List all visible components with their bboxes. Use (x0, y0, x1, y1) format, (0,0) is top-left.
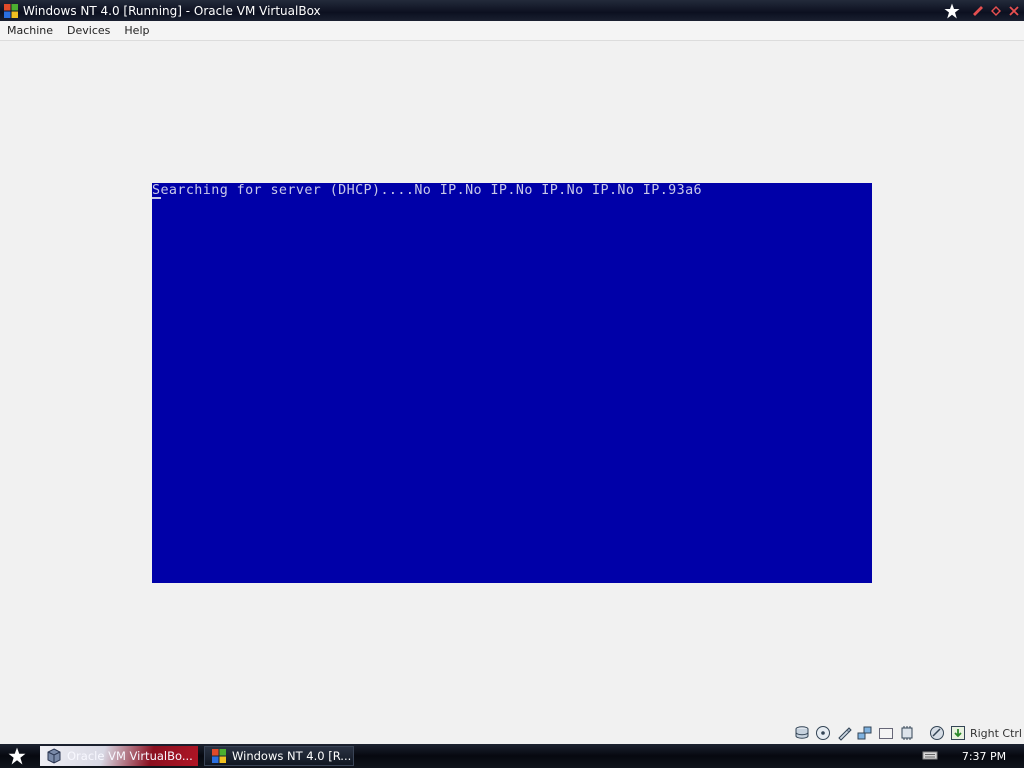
vm-statusbar: Right Ctrl (0, 722, 1024, 744)
menu-machine[interactable]: Machine (0, 24, 60, 37)
window-title: Windows NT 4.0 [Running] - Oracle VM Vir… (23, 3, 321, 18)
console-text: Searching for server (DHCP)....No IP.No … (152, 183, 703, 198)
keyboard-icon[interactable] (922, 749, 938, 764)
virtualbox-icon (47, 748, 61, 764)
taskbar-item-windows-nt[interactable]: Windows NT 4.0 [R... (204, 746, 354, 766)
vm-display[interactable]: Searching for server (DHCP)....No IP.No … (152, 183, 872, 583)
start-button[interactable] (0, 744, 34, 768)
cpu-icon[interactable] (898, 724, 916, 742)
taskbar-item-label: Oracle VM VirtualBo... (67, 749, 193, 763)
restore-icon[interactable] (988, 3, 1004, 19)
network-icon[interactable] (856, 724, 874, 742)
optical-drive-icon[interactable] (814, 724, 832, 742)
taskbar: Oracle VM VirtualBo... Windows NT 4.0 [R… (0, 744, 1024, 768)
window-titlebar[interactable]: Windows NT 4.0 [Running] - Oracle VM Vir… (0, 0, 1024, 21)
minimize-icon[interactable] (970, 3, 986, 19)
text-cursor (152, 197, 161, 199)
menu-help[interactable]: Help (117, 24, 156, 37)
host-key-label: Right Ctrl (969, 726, 1022, 740)
windows-logo-icon (212, 749, 226, 763)
menubar: Machine Devices Help (0, 21, 1024, 41)
mouse-integration-icon[interactable] (928, 724, 946, 742)
keyboard-capture-icon[interactable] (949, 724, 967, 742)
close-icon[interactable] (1006, 3, 1022, 19)
taskbar-item-label: Windows NT 4.0 [R... (232, 749, 352, 763)
clock[interactable]: 7:37 PM (944, 750, 1024, 763)
system-tray: 7:37 PM (922, 744, 1024, 768)
hard-disk-icon[interactable] (793, 724, 811, 742)
shared-folders-icon[interactable] (877, 724, 895, 742)
menu-devices[interactable]: Devices (60, 24, 117, 37)
star-icon[interactable] (944, 3, 960, 19)
taskbar-item-virtualbox[interactable]: Oracle VM VirtualBo... (40, 746, 198, 766)
usb-icon[interactable] (835, 724, 853, 742)
windows-logo-icon (4, 3, 18, 18)
